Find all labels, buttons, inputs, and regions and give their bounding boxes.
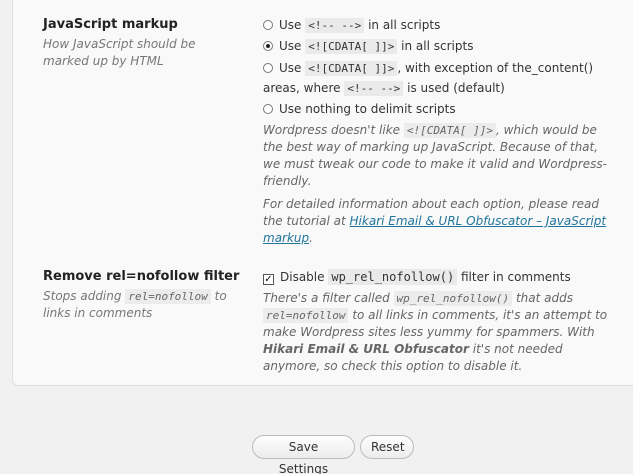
code-cdata-2: <![CDATA[ ]]> <box>305 61 398 76</box>
save-settings-button[interactable]: Save Settings <box>252 435 355 474</box>
code-cdata: <![CDATA[ ]]> <box>305 39 398 54</box>
js-option-nothing[interactable]: Use nothing to delimit scripts <box>263 101 456 118</box>
code-wp-rel-nofollow: wp_rel_nofollow() <box>328 269 458 285</box>
code-comment-2: <!-- --> <box>344 81 404 96</box>
js-option-cdata-except[interactable]: Use <![CDATA[ ]]>, with exception of the… <box>263 60 593 77</box>
reset-button[interactable]: Reset <box>360 435 414 459</box>
radio-comment[interactable] <box>263 20 273 30</box>
js-markup-description: How JavaScript should be marked up by HT… <box>43 37 196 68</box>
radio-nothing[interactable] <box>263 104 273 114</box>
settings-page: JavaScript markup How JavaScript should … <box>0 0 633 474</box>
nofollow-checkbox-option[interactable]: ✓ Disable wp_rel_nofollow() filter in com… <box>263 269 571 286</box>
radio-cdata-except[interactable] <box>263 63 273 73</box>
radio-cdata[interactable] <box>263 41 273 51</box>
code-comment: <!-- --> <box>305 18 365 33</box>
nofollow-description: Stops adding rel=nofollow to links in co… <box>43 289 227 320</box>
js-option-cdata-except-line2: areas, where <!-- --> is used (default) <box>263 81 505 96</box>
js-markup-title: JavaScript markup <box>43 17 178 32</box>
nofollow-title: Remove rel=nofollow filter <box>43 269 240 284</box>
js-option-cdata[interactable]: Use <![CDATA[ ]]> in all scripts <box>263 38 473 55</box>
js-help-tutorial: For detailed information about each opti… <box>263 197 607 245</box>
plugin-name: Hikari Email & URL Obfuscator <box>263 342 469 356</box>
nofollow-checkbox[interactable]: ✓ <box>263 274 274 285</box>
code-relnofollow-help: rel=nofollow <box>263 308 349 323</box>
code-relnofollow-desc: rel=nofollow <box>125 289 211 304</box>
js-help-text: Wordpress doesn't like <![CDATA[ ]]>, wh… <box>263 123 607 188</box>
nofollow-help-text: There's a filter called wp_rel_nofollow(… <box>263 291 608 373</box>
code-wp-rel-nofollow-help: wp_rel_nofollow() <box>393 291 513 306</box>
js-option-comment[interactable]: Use <!-- --> in all scripts <box>263 17 440 34</box>
code-cdata-help: <![CDATA[ ]]> <box>403 123 496 138</box>
